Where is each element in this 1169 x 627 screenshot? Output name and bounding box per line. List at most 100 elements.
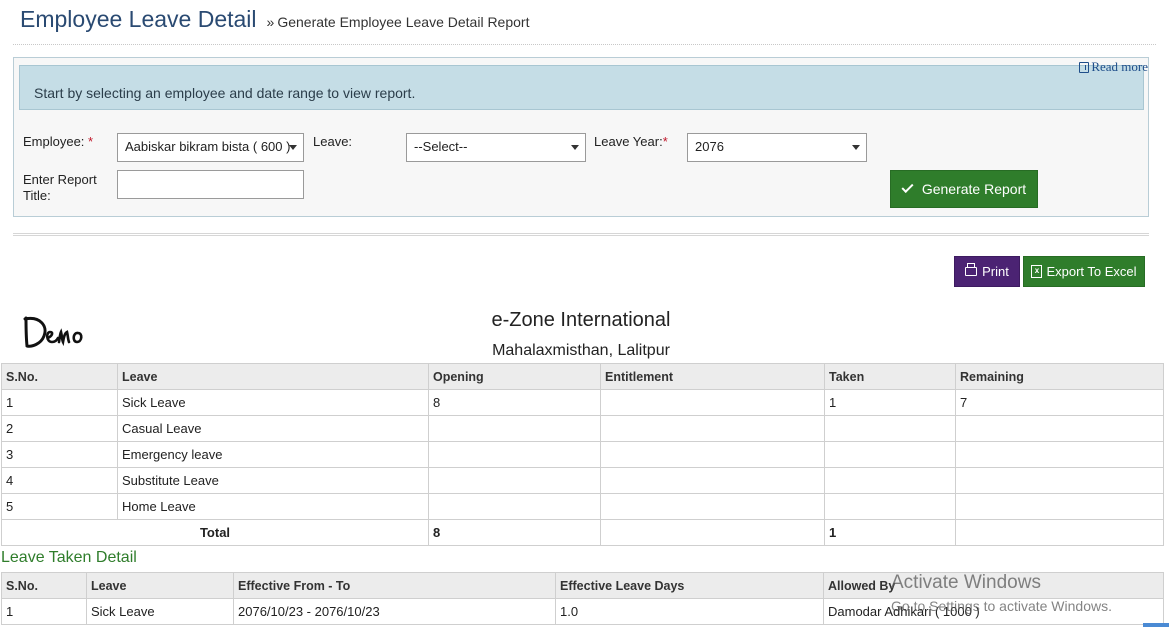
required-mark: *	[662, 134, 668, 149]
chevron-down-icon	[571, 145, 579, 150]
table-row: 5 Home Leave	[1, 493, 1164, 520]
employee-select-value: Aabiskar bikram bista ( 600 )	[125, 139, 291, 154]
total-entitlement	[600, 519, 825, 546]
cell-entitlement	[600, 467, 825, 494]
cell-remaining	[955, 493, 1164, 520]
total-remaining	[955, 519, 1164, 546]
col-header-effective-days: Effective Leave Days	[555, 572, 824, 599]
table-row: 2 Casual Leave	[1, 415, 1164, 442]
table-header-row: S.No. Leave Opening Entitlement Taken Re…	[1, 363, 1164, 390]
cell-entitlement	[600, 389, 825, 416]
col-header-leave: Leave	[86, 572, 234, 599]
cell-sno: 1	[1, 598, 87, 625]
info-banner: Start by selecting an employee and date …	[19, 65, 1144, 110]
cell-sno: 1	[1, 389, 118, 416]
cell-taken	[824, 467, 956, 494]
cell-entitlement	[600, 441, 825, 468]
cell-leave: Sick Leave	[117, 389, 429, 416]
header-divider	[13, 44, 1156, 45]
employee-select[interactable]: Aabiskar bikram bista ( 600 )	[117, 133, 304, 162]
cell-remaining	[955, 441, 1164, 468]
report-title-label-line1: Enter Report	[23, 172, 97, 187]
breadcrumb: » Generate Employee Leave Detail Report	[267, 14, 530, 30]
cell-leave: Sick Leave	[86, 598, 234, 625]
table-row: 1 Sick Leave 8 1 7	[1, 389, 1164, 416]
col-header-leave: Leave	[117, 363, 429, 390]
cell-opening	[428, 467, 601, 494]
leave-select-value: --Select--	[414, 139, 468, 154]
leave-taken-detail-title: Leave Taken Detail	[1, 549, 137, 566]
cell-sno: 2	[1, 415, 118, 442]
export-excel-label: Export To Excel	[1046, 264, 1137, 279]
cell-leave: Casual Leave	[117, 415, 429, 442]
cell-taken: 1	[824, 389, 956, 416]
report-title-label: Enter Report Title:	[23, 172, 97, 204]
report-title-input[interactable]	[117, 170, 304, 199]
cell-opening	[428, 493, 601, 520]
generate-report-label: Generate Report	[921, 181, 1027, 197]
company-name: e-Zone International	[491, 309, 671, 331]
cell-leave: Home Leave	[117, 493, 429, 520]
cell-opening	[428, 441, 601, 468]
activate-windows-watermark: Activate Windows	[891, 572, 1041, 593]
table-row: 3 Emergency leave	[1, 441, 1164, 468]
cell-opening	[428, 415, 601, 442]
leave-select[interactable]: --Select--	[406, 133, 586, 162]
leave-year-select[interactable]: 2076	[687, 133, 867, 162]
cell-entitlement	[600, 415, 825, 442]
cell-taken	[824, 441, 956, 468]
page-header: Employee Leave Detail » Generate Employee…	[20, 6, 529, 33]
read-more-label: Read more	[1091, 59, 1148, 74]
total-opening: 8	[428, 519, 601, 546]
filter-panel: Start by selecting an employee and date …	[13, 57, 1149, 217]
cell-sno: 5	[1, 493, 118, 520]
book-icon	[1079, 61, 1090, 73]
col-header-entitlement: Entitlement	[600, 363, 825, 390]
total-taken: 1	[824, 519, 956, 546]
breadcrumb-label: Generate Employee Leave Detail Report	[277, 14, 530, 30]
section-divider	[13, 233, 1149, 236]
cell-sno: 3	[1, 441, 118, 468]
check-icon	[901, 180, 914, 194]
activate-windows-hint: Go to Settings to activate Windows.	[891, 598, 1112, 614]
employee-label: Employee: *	[23, 134, 93, 149]
col-header-sno: S.No.	[1, 572, 87, 599]
print-button[interactable]: Print	[954, 256, 1020, 287]
corner-tab	[1143, 623, 1169, 627]
chevron-down-icon	[852, 145, 860, 150]
cell-sno: 4	[1, 467, 118, 494]
required-mark: *	[88, 134, 94, 149]
col-header-opening: Opening	[428, 363, 601, 390]
col-header-effective-range: Effective From - To	[233, 572, 556, 599]
leave-year-label-text: Leave Year:	[594, 134, 663, 149]
printer-icon	[965, 263, 978, 276]
chevron-down-icon	[289, 145, 297, 150]
cell-effective-range: 2076/10/23 - 2076/10/23	[233, 598, 556, 625]
cell-entitlement	[600, 493, 825, 520]
col-header-taken: Taken	[824, 363, 956, 390]
generate-report-button[interactable]: Generate Report	[890, 170, 1038, 208]
cell-taken	[824, 415, 956, 442]
cell-taken	[824, 493, 956, 520]
total-row: Total 8 1	[1, 519, 1164, 546]
employee-label-text: Employee:	[23, 134, 85, 149]
col-header-remaining: Remaining	[955, 363, 1164, 390]
cell-effective-days: 1.0	[555, 598, 824, 625]
excel-file-icon: x	[1031, 265, 1043, 278]
cell-remaining	[955, 415, 1164, 442]
cell-leave: Substitute Leave	[117, 467, 429, 494]
cell-remaining	[955, 467, 1164, 494]
export-excel-button[interactable]: x Export To Excel	[1023, 256, 1145, 287]
total-label: Total	[1, 519, 429, 546]
report-title-label-line2: Title:	[23, 188, 51, 203]
leave-year-select-value: 2076	[695, 139, 724, 154]
cell-opening: 8	[428, 389, 601, 416]
cell-remaining: 7	[955, 389, 1164, 416]
cell-leave: Emergency leave	[117, 441, 429, 468]
print-label: Print	[982, 264, 1009, 279]
col-header-sno: S.No.	[1, 363, 118, 390]
company-address: Mahalaxmisthan, Lalitpur	[492, 342, 670, 359]
page-title: Employee Leave Detail	[20, 6, 257, 32]
read-more-link[interactable]: Read more	[1079, 59, 1148, 75]
leave-summary-table: S.No. Leave Opening Entitlement Taken Re…	[1, 363, 1164, 546]
